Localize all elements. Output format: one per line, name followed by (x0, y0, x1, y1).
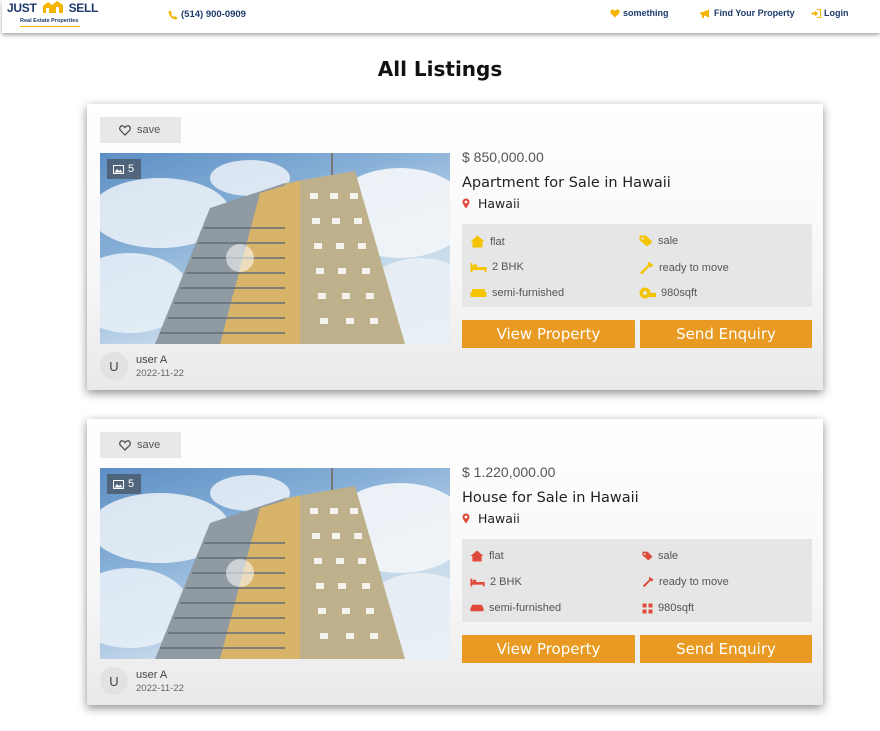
tag-icon (642, 551, 653, 561)
heart-outline-icon (119, 439, 131, 451)
nav-find-property[interactable]: Find Your Property (700, 8, 795, 18)
nav-something-label: something (623, 8, 669, 18)
page-title: All Listings (377, 57, 503, 81)
logo-text-right: SELL (68, 1, 99, 15)
photo-count-badge: 5 (107, 159, 141, 179)
save-label: save (137, 124, 161, 136)
listing-date: 2022-11-22 (136, 682, 184, 694)
nav-login[interactable]: Login (811, 8, 849, 18)
nav-find-property-label: Find Your Property (714, 8, 795, 18)
image-icon (113, 164, 124, 174)
save-label: save (137, 439, 161, 451)
photo-count: 5 (128, 478, 135, 490)
view-property-button[interactable]: View Property (462, 635, 635, 663)
listing-owner: U user A 2022-11-22 (100, 667, 184, 695)
feature-readiness: ready to move (642, 576, 729, 588)
phone-link[interactable]: (514) 900-0909 (168, 9, 246, 20)
feature-type: flat (470, 235, 505, 248)
feature-status: sale (642, 550, 678, 562)
nav-something[interactable]: something (610, 8, 669, 18)
location-label: Hawaii (478, 196, 520, 211)
photo-count: 5 (128, 163, 135, 175)
area-icon (642, 603, 653, 613)
building-photo-illustration (100, 468, 450, 659)
heart-icon (610, 8, 620, 17)
tape-measure-icon (639, 287, 656, 299)
logo[interactable]: JUST SELL Real Estate Properties (7, 0, 98, 30)
heart-outline-icon (119, 124, 131, 136)
phone-icon (168, 10, 178, 19)
listing-price: $ 850,000.00 (462, 149, 544, 165)
feature-area: 980sqft (642, 602, 694, 614)
listing-title[interactable]: House for Sale in Hawaii (462, 490, 639, 506)
photo-count-badge: 5 (107, 474, 141, 494)
feature-area: 980sqft (639, 287, 697, 299)
listing-location: Hawaii (462, 511, 520, 526)
hammer-icon (640, 261, 654, 275)
image-icon (113, 479, 124, 489)
avatar: U (100, 352, 128, 380)
owner-name: user A (136, 668, 168, 681)
listing-title[interactable]: Apartment for Sale in Hawaii (462, 175, 671, 191)
sofa-icon (470, 604, 484, 612)
feature-type: flat (470, 550, 504, 562)
send-enquiry-button[interactable]: Send Enquiry (640, 320, 812, 348)
login-icon (811, 8, 821, 18)
owner-name: user A (136, 353, 168, 366)
bed-icon (470, 578, 485, 587)
feature-status: sale (639, 235, 678, 247)
avatar: U (100, 667, 128, 695)
features-panel: flat sale 2 BHK ready to move semi-furni… (462, 224, 812, 307)
save-button[interactable]: save (100, 117, 181, 143)
listing-card: save (87, 419, 823, 705)
home-icon (470, 235, 485, 248)
site-header: JUST SELL Real Estate Properties (514) 9… (2, 0, 880, 33)
building-photo-illustration (100, 153, 450, 344)
feature-readiness: ready to move (639, 261, 729, 275)
features-panel: flat sale 2 BHK ready to move semi-furni… (462, 539, 812, 622)
property-photo[interactable]: 5 (100, 153, 450, 344)
property-photo[interactable]: 5 (100, 468, 450, 659)
feature-bhk: 2 BHK (470, 261, 524, 273)
feature-furnishing: semi-furnished (470, 602, 561, 614)
nav-login-label: Login (824, 8, 849, 18)
map-pin-icon (462, 198, 470, 209)
location-label: Hawaii (478, 511, 520, 526)
feature-furnishing: semi-furnished (470, 287, 564, 299)
listing-date: 2022-11-22 (136, 367, 184, 379)
house-logo-icon (42, 1, 63, 13)
listing-location: Hawaii (462, 196, 520, 211)
logo-underline (20, 26, 80, 27)
bed-icon (470, 263, 487, 272)
sofa-icon (470, 289, 487, 297)
phone-number: (514) 900-0909 (181, 9, 246, 20)
logo-tagline: Real Estate Properties (20, 18, 79, 24)
view-property-button[interactable]: View Property (462, 320, 635, 348)
home-icon (470, 550, 484, 562)
send-enquiry-button[interactable]: Send Enquiry (640, 635, 812, 663)
listing-price: $ 1.220,000.00 (462, 464, 556, 480)
feature-bhk: 2 BHK (470, 576, 522, 588)
listing-owner: U user A 2022-11-22 (100, 352, 184, 380)
save-button[interactable]: save (100, 432, 181, 458)
megaphone-icon (700, 9, 709, 18)
map-pin-icon (462, 513, 470, 524)
logo-text-left: JUST (7, 1, 37, 15)
tag-icon (639, 235, 653, 247)
hammer-icon (642, 576, 654, 588)
listing-card: save (87, 104, 823, 390)
